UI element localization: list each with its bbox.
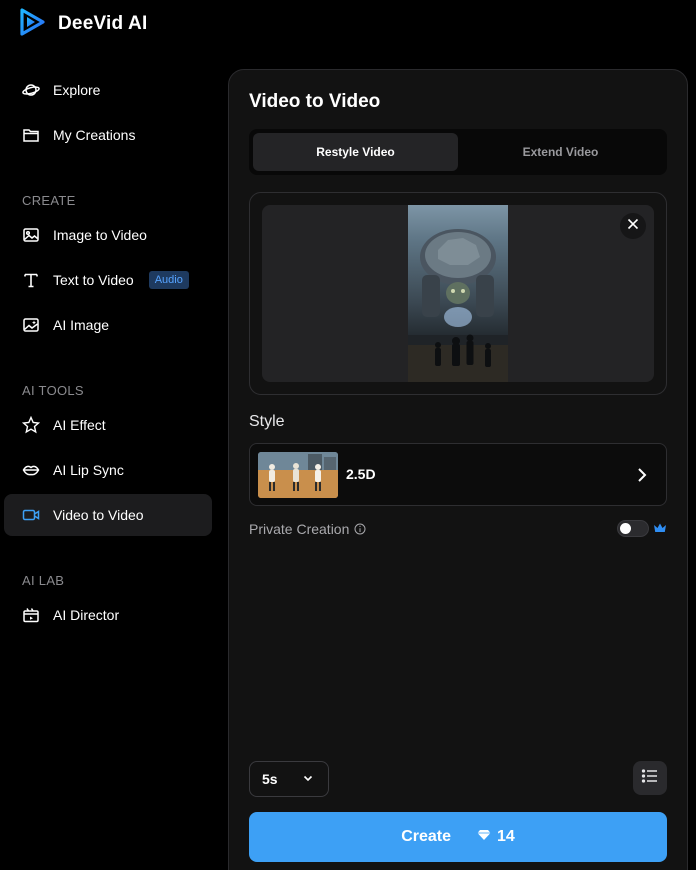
deevid-logo-icon [18,7,46,41]
duration-value: 5s [262,771,278,787]
list-icon [641,768,659,789]
sidebar-item-my-creations[interactable]: My Creations [4,114,212,156]
sidebar-item-label: Video to Video [53,507,144,523]
sidebar-item-label: Image to Video [53,227,147,243]
text-icon [22,271,40,289]
sidebar-item-video-to-video[interactable]: Video to Video [4,494,212,536]
lips-icon [22,461,40,479]
director-icon [22,606,40,624]
app-logo[interactable]: DeeVid AI [18,7,148,41]
audio-badge: Audio [148,271,189,289]
sidebar-item-ai-image[interactable]: AI Image [4,304,212,346]
remove-video-button[interactable] [620,213,646,239]
image-icon [22,226,40,244]
toggle-knob [620,523,631,534]
uploaded-video-thumbnail[interactable] [408,205,508,382]
sidebar-item-label: Explore [53,82,101,98]
private-creation-row: Private Creation [249,520,667,538]
style-selector[interactable]: 2.5D [249,443,667,506]
settings-list-button[interactable] [633,761,667,795]
sidebar-item-label: Text to Video [53,272,134,288]
video-preview [262,205,654,382]
selected-style-name: 2.5D [346,466,376,482]
sidebar-item-label: AI Image [53,317,110,333]
sidebar-item-ai-effect[interactable]: AI Effect [4,404,212,446]
panel-title: Video to Video [249,91,381,112]
section-label-create: CREATE [22,193,76,208]
video-upload-area[interactable] [249,192,667,395]
close-icon [627,217,639,235]
tab-restyle-video[interactable]: Restyle Video [253,133,458,171]
crown-icon [653,521,667,539]
ai-image-icon [22,316,40,334]
folder-icon [22,126,40,144]
duration-select[interactable]: 5s [249,761,329,797]
sparkle-star-icon [22,416,40,434]
credit-cost: 14 [477,828,515,846]
video-to-video-panel: Video to Video Restyle Video Extend Vide… [228,69,688,870]
mode-tabs: Restyle Video Extend Video [249,129,667,175]
create-button[interactable]: Create 14 [249,812,667,862]
sidebar-item-label: AI Lip Sync [53,462,124,478]
app-name: DeeVid AI [58,13,148,34]
style-thumbnail [258,452,338,498]
info-icon[interactable] [354,523,366,535]
planet-icon [22,81,40,99]
section-label-ai-tools: AI TOOLS [22,383,84,398]
sidebar-item-image-to-video[interactable]: Image to Video [4,214,212,256]
style-label: Style [249,413,285,430]
tab-extend-video[interactable]: Extend Video [458,133,663,171]
chevron-down-icon [302,771,314,787]
video-camera-icon [22,506,40,524]
create-button-label: Create [401,828,451,845]
private-creation-toggle[interactable] [617,520,649,537]
sidebar-item-explore[interactable]: Explore [4,69,212,111]
sidebar-item-text-to-video[interactable]: Text to Video Audio [4,259,212,301]
sidebar-item-ai-director[interactable]: AI Director [4,594,212,636]
diamond-icon [477,828,491,846]
section-label-ai-lab: AI LAB [22,573,65,588]
sidebar-item-label: My Creations [53,127,136,143]
private-creation-label: Private Creation [249,521,350,537]
sidebar-item-ai-lip-sync[interactable]: AI Lip Sync [4,449,212,491]
chevron-right-icon [632,465,652,490]
sidebar-item-label: AI Effect [53,417,106,433]
credit-cost-value: 14 [497,828,515,845]
sidebar-item-label: AI Director [53,607,120,623]
